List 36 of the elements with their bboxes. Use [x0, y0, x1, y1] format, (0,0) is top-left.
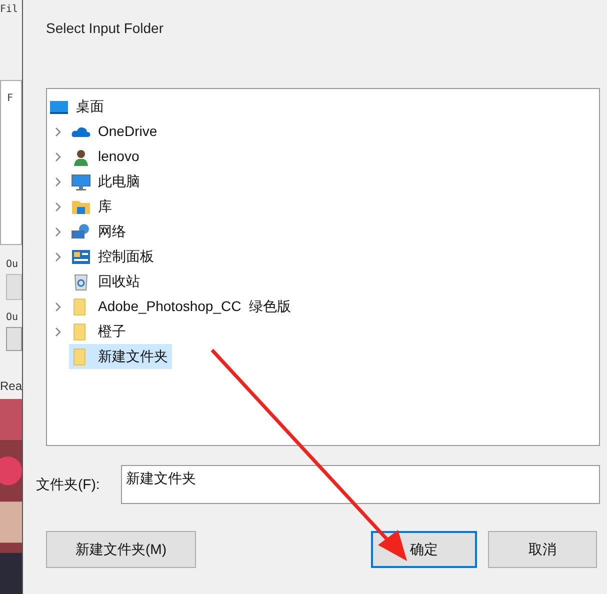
tree-item[interactable]: 回收站 [69, 269, 144, 294]
tree-item[interactable]: 橙子 [69, 319, 130, 344]
tree-item[interactable]: OneDrive [69, 119, 162, 144]
monitor-icon [71, 172, 91, 190]
tree-item[interactable]: 新建文件夹 [69, 344, 172, 369]
folder-input[interactable]: 新建文件夹 [120, 465, 600, 504]
panel-text: F [7, 93, 14, 104]
text-field[interactable] [6, 274, 22, 300]
tree-item[interactable]: 库 [69, 194, 116, 219]
status-text: Rea [0, 378, 22, 395]
chevron-icon[interactable] [54, 252, 62, 262]
window-title: Select Input Folder [46, 19, 164, 38]
cancel-button[interactable]: 取消 [488, 531, 597, 568]
chevron-icon[interactable] [54, 302, 62, 312]
label-text: Ou [5, 258, 20, 272]
folder-label: 文件夹(F): [36, 475, 100, 494]
new-folder-button[interactable]: 新建文件夹(M) [46, 531, 196, 568]
chevron-icon[interactable] [54, 152, 62, 162]
chevron-icon[interactable] [54, 126, 62, 136]
chevron-icon[interactable] [54, 176, 62, 186]
tree-item[interactable]: 控制面板 [69, 244, 158, 269]
chevron-icon[interactable] [54, 326, 62, 336]
user-icon [71, 148, 91, 166]
menu-text: Fil [0, 3, 20, 17]
tree-item[interactable]: lenovo [69, 144, 144, 169]
control-panel-icon [71, 248, 91, 266]
chevron-icon[interactable] [54, 226, 62, 236]
label-text: Ou [5, 311, 20, 325]
folder-tree[interactable]: 桌面 OneDrive lenovo 此电脑 库 网络 控制面板 回收站 Adobe_Photoshop_CC 绿色版 橙子 新建文件夹 [46, 88, 600, 446]
tree-item[interactable]: Adobe_Photoshop_CC 绿色版 [69, 294, 295, 319]
button[interactable] [6, 327, 22, 351]
chevron-icon[interactable] [54, 202, 62, 212]
tree-item[interactable]: 网络 [69, 219, 130, 244]
tree-item[interactable]: 此电脑 [69, 169, 144, 194]
tree-item[interactable]: 桌面 [47, 94, 108, 119]
network-icon [71, 222, 91, 240]
